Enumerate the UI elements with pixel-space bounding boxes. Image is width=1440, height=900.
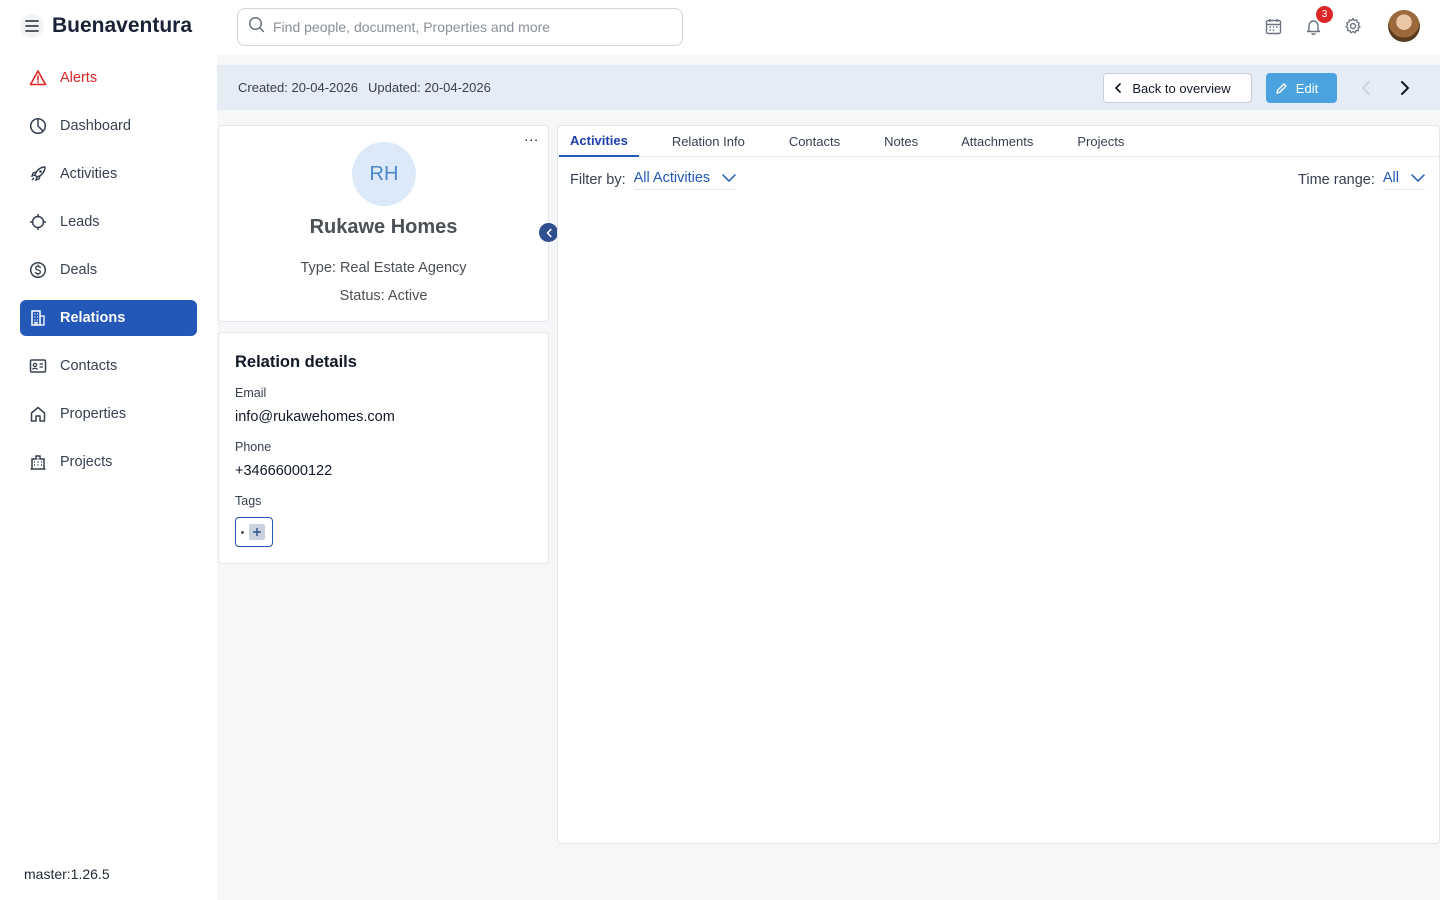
search-icon	[248, 16, 265, 38]
sidebar-item-projects[interactable]: Projects	[20, 444, 197, 480]
back-button-label: Back to overview	[1132, 80, 1231, 96]
sidebar-item-label: Properties	[60, 406, 127, 422]
version-label: master:1.26.5	[24, 866, 110, 882]
sidebar-item-alerts[interactable]: Alerts	[20, 60, 197, 96]
sidebar-item-activities[interactable]: Activities	[20, 156, 197, 192]
global-search[interactable]	[237, 8, 683, 46]
contact-card-icon	[29, 357, 47, 375]
sidebar-item-label: Alerts	[60, 70, 98, 86]
plus-icon	[253, 528, 261, 536]
sidebar-item-relations[interactable]: Relations	[20, 300, 197, 336]
filter-label: Filter by:	[570, 172, 626, 188]
chevron-down-icon	[722, 174, 736, 182]
back-to-overview-button[interactable]: Back to overview	[1103, 73, 1252, 103]
notification-badge: 3	[1316, 6, 1333, 23]
next-record-button[interactable]	[1396, 79, 1414, 97]
sidebar-item-deals[interactable]: Deals	[20, 252, 197, 288]
collapse-panel-button[interactable]	[539, 223, 558, 242]
tag-bullet	[241, 530, 244, 534]
phone-value[interactable]: +34666000122	[235, 463, 332, 479]
tab-bar: Activities Relation Info Contacts Notes …	[558, 126, 1439, 157]
updated-date: Updated: 20-04-2026	[367, 80, 491, 95]
add-tag-button[interactable]	[249, 524, 265, 540]
menu-icon[interactable]	[20, 14, 44, 38]
sidebar-item-label: Dashboard	[60, 118, 131, 134]
building-icon	[29, 309, 47, 327]
time-range-filter: Time range: All	[1298, 170, 1425, 190]
sidebar-item-label: Contacts	[60, 358, 118, 374]
more-options-button[interactable]: ...	[524, 128, 539, 144]
edit-button-label: Edit	[1295, 80, 1319, 96]
chevron-left-icon	[546, 228, 552, 237]
filter-dropdown[interactable]: All Activities	[633, 170, 737, 190]
app-title: Buenaventura	[52, 14, 193, 37]
tags-input[interactable]	[235, 517, 273, 547]
record-info-bar: Created: 20-04-2026 Updated: 20-04-2026 …	[217, 65, 1440, 110]
sidebar-item-label: Activities	[60, 166, 118, 182]
sidebar-item-label: Projects	[60, 454, 113, 470]
pie-chart-icon	[29, 117, 47, 135]
chevron-left-icon	[1114, 81, 1122, 96]
sidebar: Buenaventura Alerts Dashboard Activities…	[0, 0, 217, 900]
tabs-panel: Activities Relation Info Contacts Notes …	[557, 125, 1440, 844]
tab-contacts[interactable]: Contacts	[789, 126, 840, 157]
sidebar-item-contacts[interactable]: Contacts	[20, 348, 197, 384]
time-range-label: Time range:	[1298, 172, 1375, 188]
sidebar-item-label: Leads	[60, 214, 100, 230]
sidebar-item-leads[interactable]: Leads	[20, 204, 197, 240]
relation-name: Rukawe Homes	[309, 216, 458, 238]
calendar-icon[interactable]	[1262, 15, 1284, 37]
filter-value: All Activities	[633, 170, 711, 186]
pencil-icon	[1275, 82, 1288, 95]
tab-activities[interactable]: Activities	[559, 126, 639, 157]
phone-label: Phone	[235, 440, 272, 454]
topbar-actions: 3	[1262, 6, 1420, 42]
avatar[interactable]	[1388, 10, 1420, 42]
sidebar-nav: Alerts Dashboard Activities Leads Deals	[20, 60, 197, 492]
avatar-initials: RH	[352, 142, 416, 206]
sidebar-item-label: Deals	[60, 262, 98, 278]
target-icon	[29, 213, 47, 231]
sidebar-item-dashboard[interactable]: Dashboard	[20, 108, 197, 144]
chevron-down-icon	[1411, 174, 1425, 182]
edit-button[interactable]: Edit	[1266, 73, 1337, 103]
city-icon	[29, 453, 47, 471]
tab-attachments[interactable]: Attachments	[961, 126, 1033, 157]
chevron-left-icon	[1362, 81, 1370, 95]
search-input[interactable]	[273, 19, 653, 35]
details-heading: Relation details	[235, 353, 357, 371]
gear-icon[interactable]	[1342, 15, 1364, 37]
email-label: Email	[235, 386, 267, 400]
tab-relation-info[interactable]: Relation Info	[672, 126, 745, 157]
main-content: Created: 20-04-2026 Updated: 20-04-2026 …	[217, 55, 1440, 900]
tab-projects[interactable]: Projects	[1077, 126, 1124, 157]
activity-filter: Filter by: All Activities	[570, 170, 737, 190]
relation-type: Type: Real Estate Agency	[300, 260, 467, 276]
profile-card: ... RH Rukawe Homes Type: Real Estate Ag…	[218, 125, 558, 322]
bell-icon[interactable]: 3	[1302, 6, 1333, 37]
tab-notes[interactable]: Notes	[884, 126, 918, 157]
sidebar-item-label: Relations	[60, 310, 126, 326]
rocket-icon	[29, 165, 47, 183]
email-value[interactable]: info@rukawehomes.com	[235, 409, 395, 425]
tags-label: Tags	[235, 494, 262, 508]
brand: Buenaventura	[20, 12, 197, 40]
home-icon	[29, 405, 47, 423]
dollar-circle-icon	[29, 261, 47, 279]
created-date: Created: 20-04-2026	[238, 80, 358, 95]
previous-record-button[interactable]	[1357, 79, 1375, 97]
time-range-value: All	[1382, 170, 1399, 186]
alert-triangle-icon	[29, 69, 47, 87]
sidebar-item-properties[interactable]: Properties	[20, 396, 197, 432]
time-range-dropdown[interactable]: All	[1382, 170, 1425, 190]
relation-status: Status: Active	[339, 288, 428, 304]
relation-details-card: Relation details Email info@rukawehomes.…	[218, 332, 549, 564]
chevron-right-icon	[1401, 81, 1409, 95]
